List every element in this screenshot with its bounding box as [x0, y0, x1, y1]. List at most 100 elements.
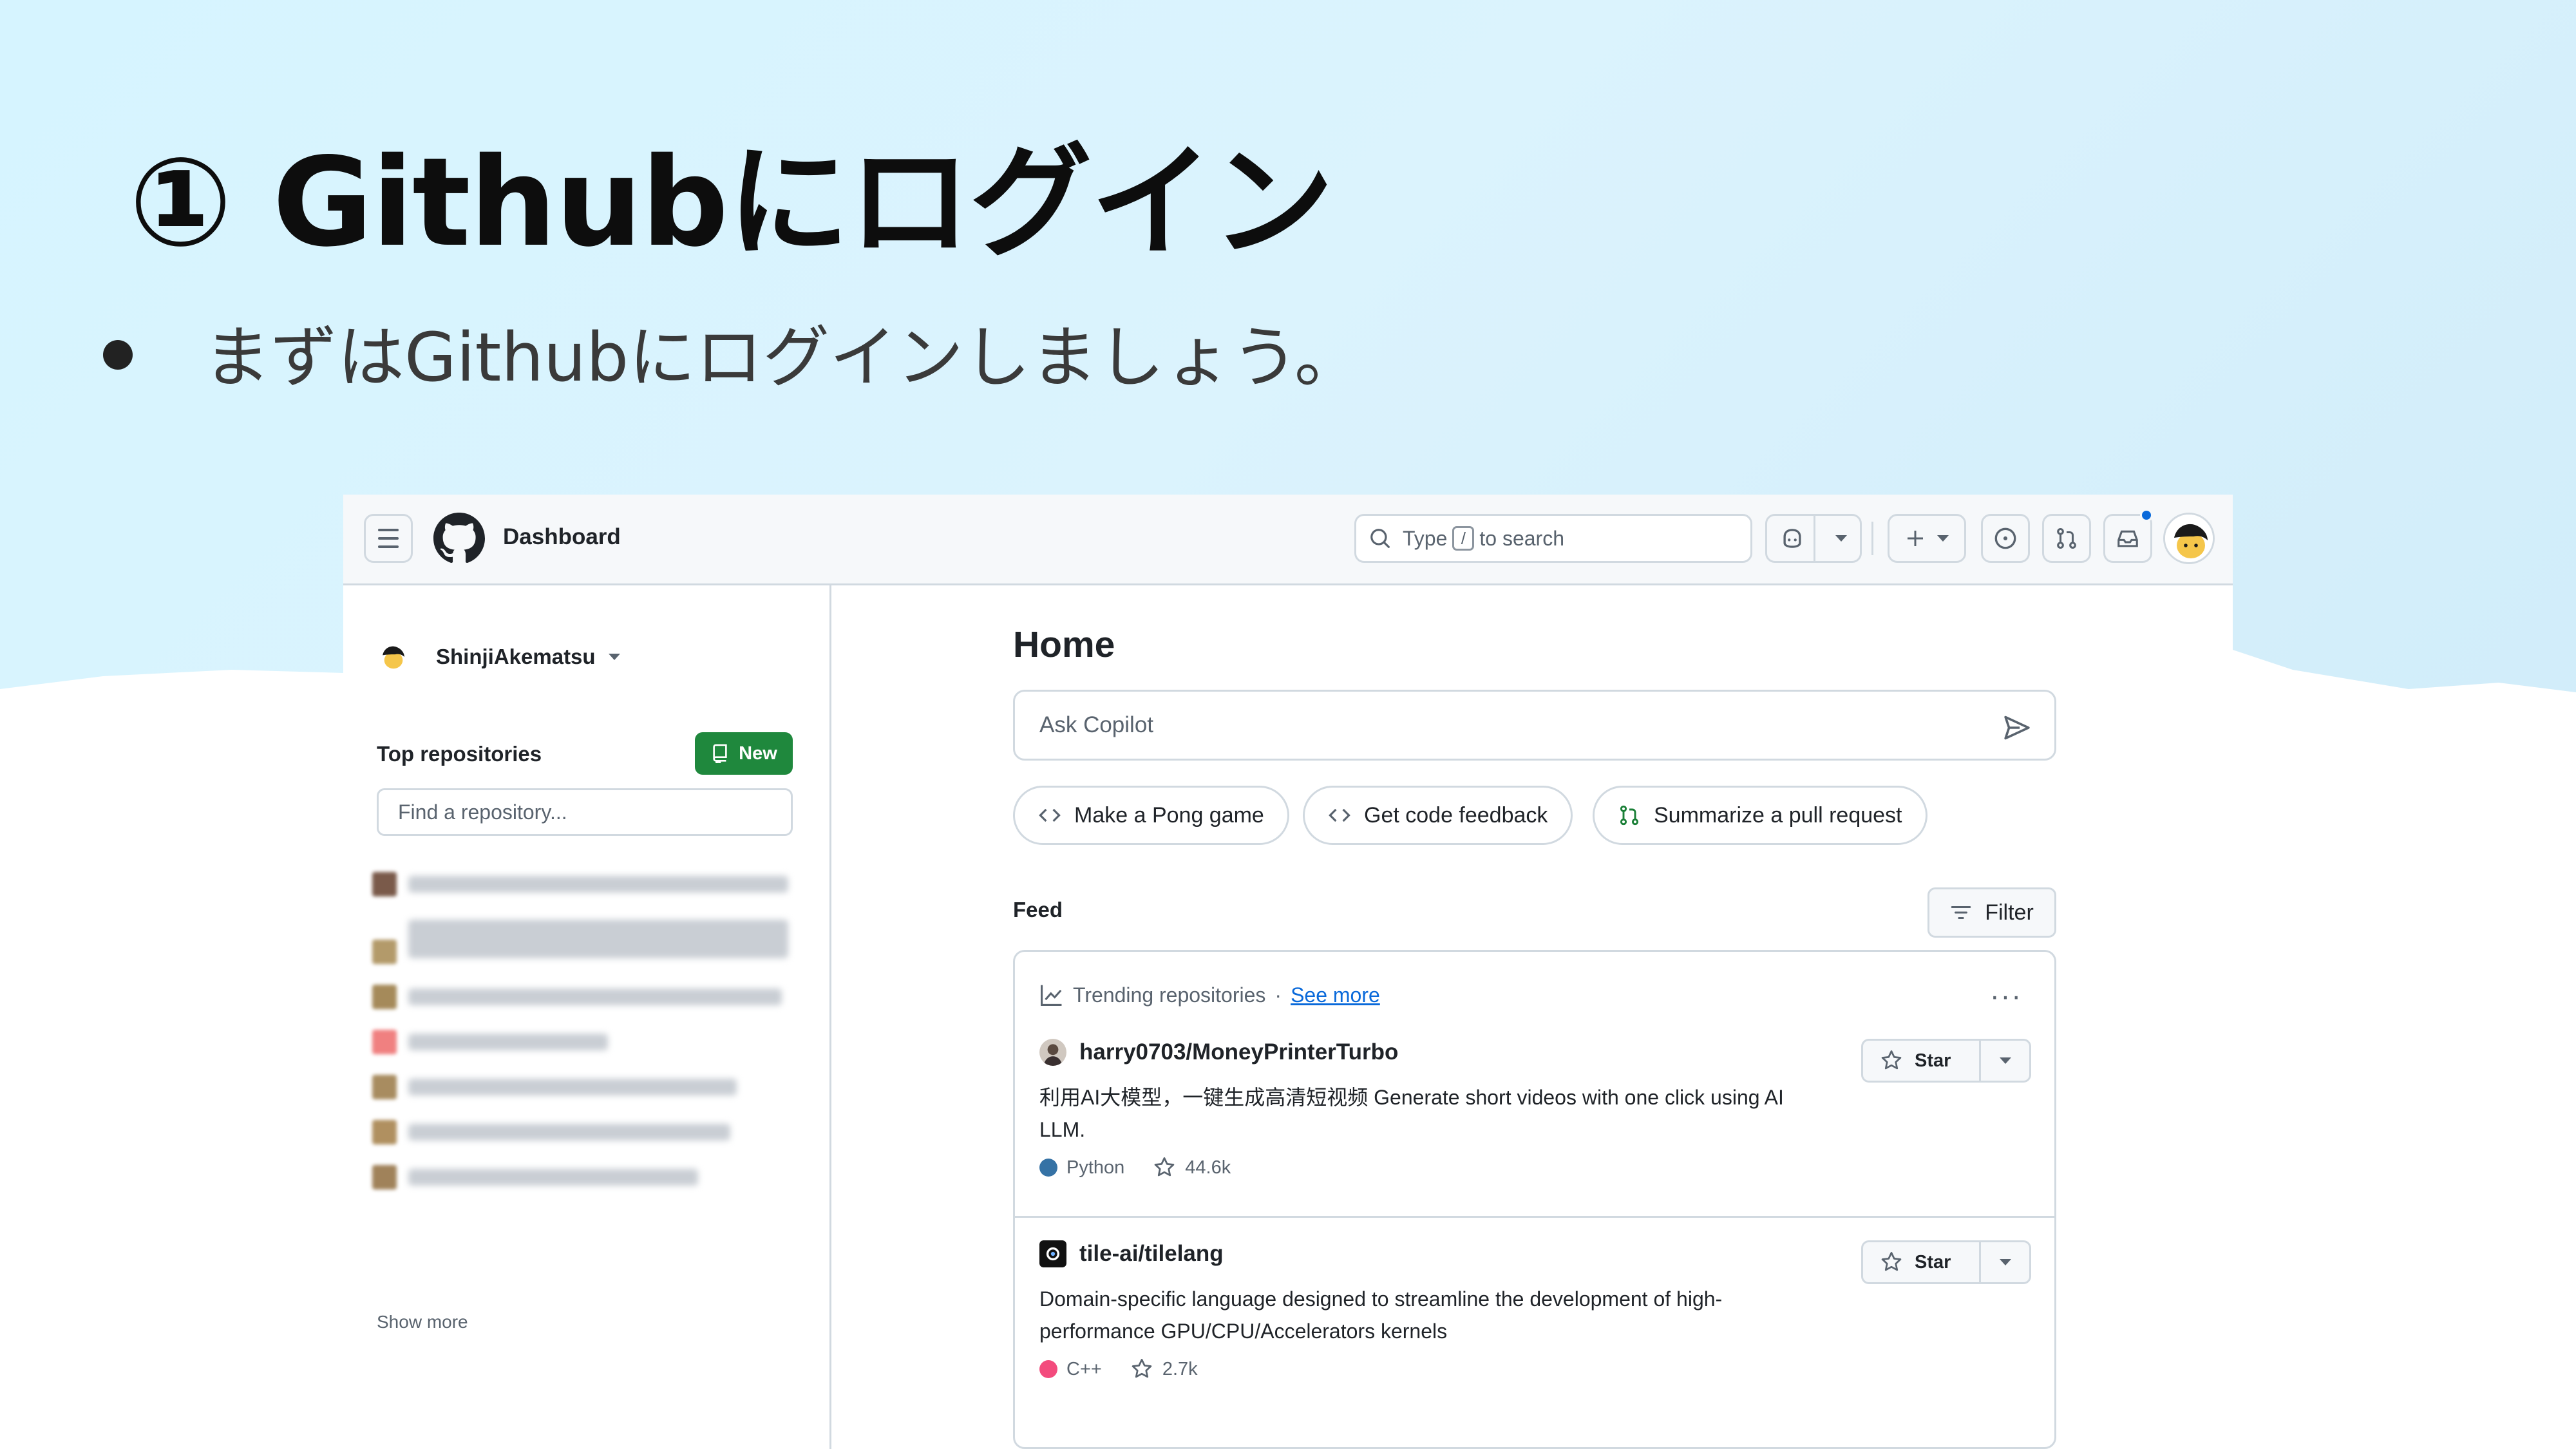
trending-feed-card: Trending repositories · See more ··· har…: [1013, 950, 2056, 1449]
issue-opened-icon: [1994, 527, 2016, 549]
repo-language: Python: [1066, 1157, 1125, 1178]
hamburger-icon-line: [378, 537, 399, 540]
notification-indicator: [2140, 509, 2153, 522]
ask-copilot-placeholder: Ask Copilot: [1039, 712, 1154, 737]
repository-list-item[interactable]: [372, 1120, 730, 1144]
search-input[interactable]: Type / to search: [1354, 514, 1752, 563]
chevron-down-icon: [1999, 1057, 2011, 1064]
language-color-dot: [1039, 1159, 1057, 1177]
menu-button[interactable]: [364, 514, 413, 563]
page-title: Home: [1013, 624, 1115, 665]
chip-label: Make a Pong game: [1074, 802, 1264, 828]
page-context-label[interactable]: Dashboard: [503, 524, 621, 550]
repo-language: C++: [1066, 1358, 1102, 1379]
new-repository-button[interactable]: New: [695, 732, 793, 775]
star-button[interactable]: Star: [1861, 1039, 2031, 1083]
redacted-repo-name: [408, 1079, 737, 1095]
code-icon: [1329, 808, 1350, 822]
suggestion-chip-pong[interactable]: Make a Pong game: [1013, 786, 1289, 845]
repo-owner-avatar: [372, 1165, 397, 1189]
filter-icon: [1951, 906, 1971, 919]
inbox-icon: [2117, 530, 2138, 547]
github-logo-icon[interactable]: [433, 513, 485, 564]
avatar-image: [1039, 1039, 1066, 1066]
repo-name-link[interactable]: tile-ai/tilelang: [1079, 1241, 1224, 1267]
repo-owner-avatar: [372, 1030, 397, 1054]
repository-list-item[interactable]: [372, 872, 788, 896]
top-repositories-heading: Top repositories: [377, 742, 542, 766]
repo-owner-avatar: [372, 1120, 397, 1144]
chip-label: Get code feedback: [1364, 802, 1548, 828]
trending-repo-item: tile-ai/tilelang Domain-specific languag…: [1039, 1240, 2031, 1381]
repository-list-item[interactable]: [372, 1075, 737, 1099]
redacted-repo-name: [408, 1034, 608, 1050]
copilot-dropdown-caret-icon[interactable]: [1835, 535, 1847, 542]
search-icon: [1370, 529, 1390, 548]
sidebar-avatar: [377, 640, 410, 674]
suggestion-chip-feedback[interactable]: Get code feedback: [1303, 786, 1573, 845]
git-pull-request-icon: [2057, 527, 2076, 549]
star-list-dropdown[interactable]: [1981, 1259, 2029, 1265]
star-icon: [1881, 1050, 1902, 1070]
graph-icon: [1041, 985, 1062, 1006]
repo-description: 利用AI大模型，一键生成高清短视频 Generate short videos …: [1039, 1086, 1784, 1141]
repo-owner-avatar: [1039, 1240, 1066, 1267]
suggestion-chip-summarize[interactable]: Summarize a pull request: [1593, 786, 1927, 845]
star-list-dropdown[interactable]: [1981, 1057, 2029, 1064]
repo-owner-avatar: [1039, 1039, 1066, 1066]
hamburger-icon-line: [378, 529, 399, 531]
star-action[interactable]: Star: [1863, 1242, 1981, 1282]
repository-list-item[interactable]: [372, 985, 782, 1009]
send-icon[interactable]: [2003, 714, 2031, 742]
top-navigation-bar: Dashboard Type / to search: [343, 495, 2233, 585]
code-icon: [1039, 808, 1061, 822]
repo-stars: 2.7k: [1162, 1358, 1198, 1379]
redacted-repo-name: [408, 876, 788, 893]
kebab-menu-icon[interactable]: ···: [1990, 980, 2022, 1012]
issues-button[interactable]: [1981, 514, 2030, 563]
user-avatar[interactable]: [2163, 513, 2215, 564]
repo-meta: Python 44.6k: [1039, 1156, 2031, 1179]
bullet-text: まずはGithubにログインしましょう。: [204, 318, 1361, 397]
filter-button[interactable]: Filter: [1927, 887, 2056, 938]
repo-owner-avatar: [372, 1075, 397, 1099]
language-color-dot: [1039, 1360, 1057, 1378]
redacted-repo-name: [408, 920, 788, 958]
star-action[interactable]: Star: [1863, 1041, 1981, 1081]
repository-list-item[interactable]: [372, 914, 788, 964]
ask-copilot-input[interactable]: Ask Copilot: [1013, 690, 2056, 761]
pull-requests-button[interactable]: [2042, 514, 2091, 563]
find-repository-input[interactable]: Find a repository...: [377, 788, 793, 836]
sidebar-username: ShinjiAkematsu: [436, 645, 596, 668]
chevron-down-icon: [1999, 1259, 2011, 1265]
left-sidebar: ShinjiAkematsu Top repositories New Find…: [343, 585, 831, 1449]
create-new-button[interactable]: [1888, 514, 1966, 563]
star-label: Star: [1915, 1251, 1951, 1273]
chevron-down-icon: [1937, 535, 1949, 542]
repo-meta: C++ 2.7k: [1039, 1358, 2031, 1381]
plus-icon: [1908, 531, 1923, 546]
trending-separator: ·: [1274, 983, 1282, 1007]
see-more-link[interactable]: See more: [1291, 983, 1380, 1007]
star-button[interactable]: Star: [1861, 1240, 2031, 1284]
show-more-link[interactable]: Show more: [377, 1312, 468, 1332]
hamburger-icon-line: [378, 545, 399, 548]
star-label: Star: [1915, 1050, 1951, 1071]
repository-list-item[interactable]: [372, 1165, 698, 1189]
chip-label: Summarize a pull request: [1654, 802, 1902, 828]
slide-bullet: まずはGithubにログインしましょう。: [103, 303, 1361, 400]
repository-list-item[interactable]: [372, 1030, 608, 1054]
new-button-label: New: [739, 743, 777, 764]
filter-label: Filter: [1985, 900, 2034, 925]
github-screenshot: Dashboard Type / to search ShinjiAkemats…: [343, 495, 2233, 1449]
toolbar-divider: [1871, 522, 1873, 555]
repo-description: Domain-specific language designed to str…: [1039, 1287, 1723, 1343]
bullet-dot: [103, 339, 133, 370]
avatar-image: [377, 640, 410, 674]
account-switcher[interactable]: ShinjiAkematsu: [377, 640, 620, 674]
repo-name-link[interactable]: harry0703/MoneyPrinterTurbo: [1079, 1039, 1398, 1065]
repo-divider: [1015, 1216, 2054, 1218]
feed-heading: Feed: [1013, 898, 1063, 922]
repo-owner-avatar: [372, 985, 397, 1009]
slash-key-hint: /: [1452, 526, 1475, 551]
